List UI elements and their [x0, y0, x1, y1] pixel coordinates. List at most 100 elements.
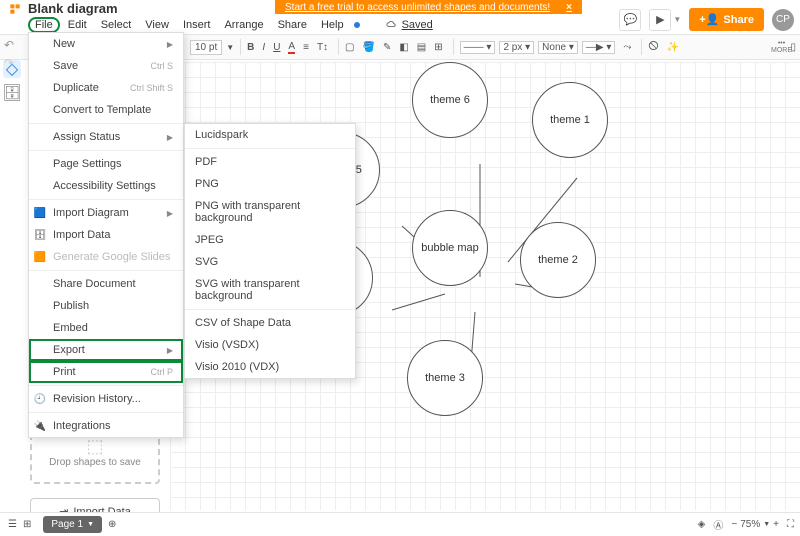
menu-item-label: Assign Status [53, 131, 120, 143]
file-menu-item[interactable]: Accessibility Settings [29, 175, 183, 197]
zoom-level[interactable]: 75% [740, 519, 760, 530]
zoom-out-button[interactable]: − [731, 519, 737, 530]
magic-wand-icon[interactable]: ✨ [667, 42, 679, 53]
top-right-controls: 💬 ▶ ▼ +👤 Share CP [619, 8, 794, 31]
menu-select[interactable]: Select [95, 17, 138, 33]
italic-button[interactable]: I [262, 42, 265, 53]
export-submenu: Lucidspark PDFPNGPNG with transparent bac… [184, 123, 356, 379]
share-button[interactable]: +👤 Share [689, 8, 764, 31]
file-menu-item[interactable]: Convert to Template [29, 99, 183, 121]
bold-button[interactable]: B [247, 42, 254, 53]
accessibility-icon[interactable]: Ⓐ [713, 517, 723, 532]
banner-close-icon[interactable]: × [566, 2, 572, 13]
line-style-select[interactable]: —— ▾ [460, 41, 496, 54]
file-menu-item[interactable]: 🟦 Import Diagram ▶ [29, 202, 183, 224]
export-option[interactable]: PNG [185, 173, 355, 195]
bubble-theme-2[interactable]: theme 1 [532, 82, 608, 158]
shape-style-button[interactable]: ◧ [399, 42, 408, 53]
bubble-theme-4[interactable]: theme 2 [520, 222, 596, 298]
bubble-theme-1[interactable]: theme 6 [412, 62, 488, 138]
submenu-arrow-icon: ▶ [167, 209, 173, 218]
fill-button[interactable]: ▢ [345, 42, 354, 53]
bottom-bar: ☰ ⊞ Page 1 ▼ ⊕ ◈ Ⓐ − 75% ▼ + ⛶ [0, 512, 800, 536]
file-menu-item[interactable]: 🗄Import Data [29, 224, 183, 246]
plug-icon: 🔌 [34, 420, 46, 432]
menu-edit[interactable]: Edit [62, 17, 93, 33]
line-jump-icon[interactable]: ⤳ [623, 42, 631, 53]
align-button[interactable]: ≡ [303, 42, 309, 53]
file-menu-item[interactable]: New▶ [29, 33, 183, 55]
file-menu-item[interactable]: 🔌 Integrations [29, 415, 183, 437]
export-option[interactable]: PNG with transparent background [185, 195, 355, 229]
file-menu-item[interactable]: DuplicateCtrl Shift S [29, 77, 183, 99]
export-option[interactable]: SVG with transparent background [185, 273, 355, 307]
saved-status[interactable]: Saved [402, 19, 433, 31]
menu-share[interactable]: Share [272, 17, 313, 33]
menu-help[interactable]: Help [315, 17, 350, 33]
bubble-theme-6[interactable]: theme 3 [407, 340, 483, 416]
shadow-button[interactable]: ▤ [417, 42, 426, 53]
file-menu-item[interactable]: Export▶ [29, 339, 183, 361]
fullscreen-icon[interactable]: ⛶ [787, 519, 794, 530]
zoom-in-button[interactable]: + [773, 519, 779, 530]
file-menu-item[interactable]: Page Settings [29, 153, 183, 175]
file-menu-item[interactable]: 🕘Revision History... [29, 388, 183, 410]
file-menu-item[interactable]: Share Document [29, 273, 183, 295]
menu-item-label: Import Diagram [53, 207, 129, 219]
menu-item-label: Duplicate [53, 82, 99, 94]
add-page-icon[interactable]: ⊕ [108, 519, 116, 530]
zoom-dropdown-icon[interactable]: ▼ [763, 521, 770, 528]
font-size-input[interactable]: 10 pt [190, 40, 222, 55]
menu-insert[interactable]: Insert [177, 17, 217, 33]
menu-item-label: Integrations [53, 420, 110, 432]
page-tab-dropdown-icon[interactable]: ▼ [87, 521, 94, 528]
paint-bucket-icon[interactable]: 🪣 [363, 42, 375, 53]
text-size-button[interactable]: T↕ [317, 42, 328, 53]
menu-file[interactable]: File [28, 17, 60, 33]
line-start-select[interactable]: None ▾ [538, 41, 578, 54]
visio-icon: 🟦 [34, 207, 46, 219]
undo-icon[interactable]: ↶ [4, 38, 14, 52]
export-option[interactable]: JPEG [185, 229, 355, 251]
menu-arrange[interactable]: Arrange [218, 17, 269, 33]
grid-icon[interactable]: ⊞ [434, 42, 442, 53]
line-end-select[interactable]: —▶ ▾ [582, 41, 616, 54]
line-width-select[interactable]: 2 px ▾ [499, 41, 534, 54]
file-menu-item[interactable]: PrintCtrl P [29, 361, 183, 383]
menu-item-label: Convert to Template [53, 104, 151, 116]
export-option[interactable]: SVG [185, 251, 355, 273]
menu-item-label: Page Settings [53, 158, 122, 170]
file-menu-item[interactable]: Assign Status▶ [29, 126, 183, 148]
list-view-icon[interactable]: ☰ [8, 519, 17, 530]
export-option[interactable]: PDF [185, 151, 355, 173]
file-menu-item[interactable]: Publish [29, 295, 183, 317]
banner-text[interactable]: Start a free trial to access unlimited s… [285, 2, 550, 13]
file-menu-item[interactable]: 🟧Generate Google Slides [29, 246, 183, 268]
export-option[interactable]: CSV of Shape Data [185, 312, 355, 334]
page-tab[interactable]: Page 1 ▼ [43, 516, 102, 533]
text-color-button[interactable]: A [288, 41, 295, 54]
document-title[interactable]: Blank diagram [28, 1, 118, 16]
lock-icon[interactable]: 🛇 [648, 39, 658, 56]
comment-icon[interactable]: 💬 [619, 9, 641, 31]
grid-view-icon[interactable]: ⊞ [23, 519, 31, 530]
underline-button[interactable]: U [273, 42, 280, 53]
user-avatar[interactable]: CP [772, 9, 794, 31]
export-option[interactable]: Visio (VSDX) [185, 334, 355, 356]
file-menu-item[interactable]: Embed [29, 317, 183, 339]
export-option[interactable]: Lucidspark [185, 124, 355, 146]
menu-item-label: Export [53, 344, 85, 356]
layers-icon[interactable]: ◈ [698, 519, 706, 530]
font-size-dropdown-icon[interactable]: ▼ [226, 43, 234, 52]
redo-icon[interactable]: ↷ [4, 56, 14, 70]
file-menu-item[interactable]: SaveCtrl S [29, 55, 183, 77]
bubble-center[interactable]: bubble map [412, 210, 488, 286]
export-option[interactable]: Visio 2010 (VDX) [185, 356, 355, 378]
cloud-saved-icon [386, 20, 397, 31]
data-panel-icon[interactable]: 🗄 [3, 84, 21, 102]
present-icon[interactable]: ▶ [649, 9, 671, 31]
pencil-icon[interactable]: ✎ [383, 42, 391, 53]
present-dropdown-icon[interactable]: ▼ [673, 15, 681, 24]
panel-toggle-icon[interactable]: ▯ [784, 42, 800, 53]
menu-view[interactable]: View [139, 17, 175, 33]
